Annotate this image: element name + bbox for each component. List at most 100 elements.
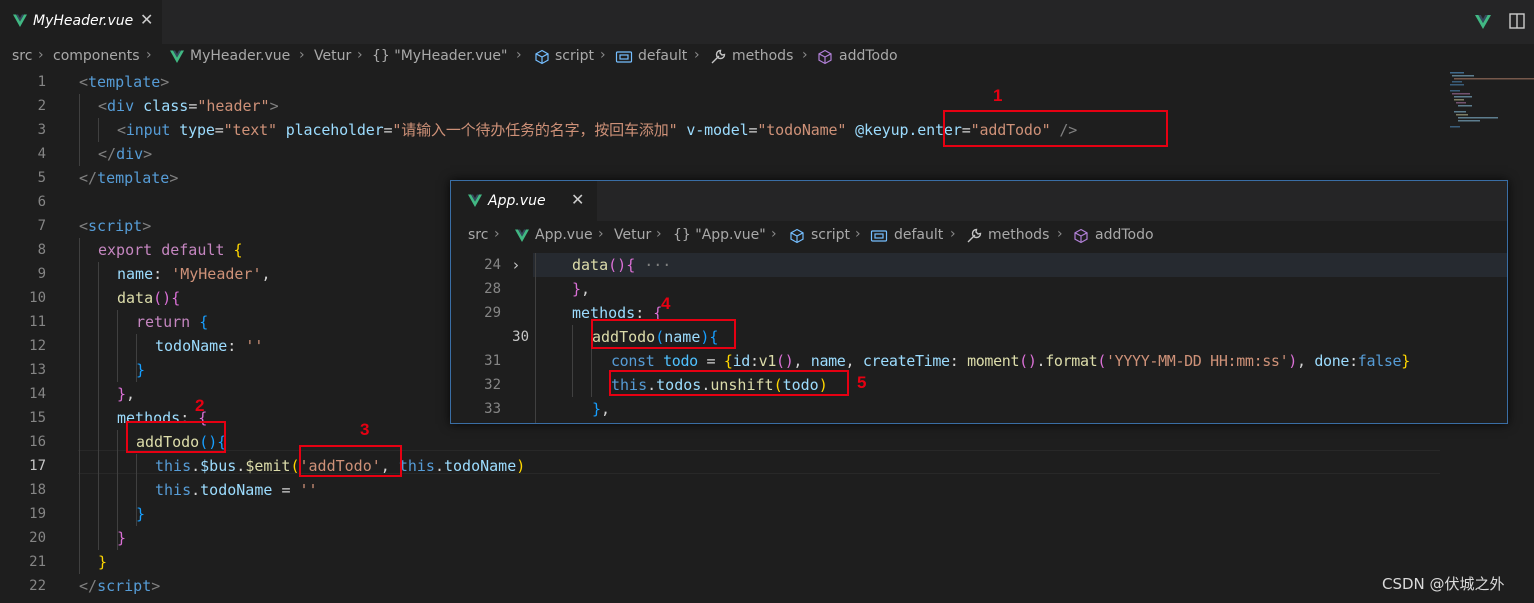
breadcrumb-separator: ›	[516, 47, 522, 63]
split-editor-icon[interactable]	[1508, 12, 1526, 30]
line-number: 18	[29, 482, 46, 498]
code-line: return {	[136, 313, 209, 331]
indent-guide	[79, 238, 80, 574]
code-line: <input type="text" placeholder="请输入一个待办任…	[117, 121, 1078, 139]
line-number: 12	[29, 338, 46, 354]
code-line: <script>	[79, 217, 152, 235]
line-number: 28	[484, 281, 501, 297]
breadcrumb: src › components › MyHeader.vue › Vetur …	[0, 44, 1440, 70]
annotation-box	[591, 319, 736, 349]
annotation-label: 5	[857, 373, 867, 392]
line-number: 11	[29, 314, 46, 330]
close-icon[interactable]: ✕	[140, 10, 153, 29]
line-number: 23	[0, 598, 46, 603]
line-number-active: 17	[29, 458, 46, 474]
annotation-box	[609, 370, 849, 396]
indent-guide	[591, 349, 592, 397]
code-line: </div>	[98, 145, 153, 163]
indent-guide	[98, 118, 99, 142]
tab-bar: App.vue ✕	[451, 181, 1507, 221]
code-line: export default {	[98, 241, 243, 259]
vue-logo-icon	[170, 50, 184, 63]
method-cube-icon	[818, 49, 832, 65]
line-number: 31	[484, 353, 501, 369]
fold-marker-icon[interactable]: ›	[513, 253, 519, 277]
breadcrumb-separator: ›	[771, 226, 777, 242]
tab-myheader-vue[interactable]: MyHeader.vue ✕	[0, 0, 162, 44]
line-number: 29	[484, 305, 501, 321]
line-number: 21	[29, 554, 46, 570]
indent-guide	[572, 325, 573, 397]
code-line: }	[136, 361, 146, 379]
indent-guide	[98, 262, 99, 550]
line-number: 5	[37, 170, 46, 186]
code-line: this.todoName = ''	[155, 481, 318, 499]
breadcrumb-item-methods[interactable]: methods	[988, 227, 1049, 243]
tab-bar: MyHeader.vue ✕	[0, 0, 1534, 44]
module-icon	[615, 51, 633, 63]
breadcrumb-item-vetur[interactable]: Vetur	[614, 227, 651, 243]
tab-app-vue[interactable]: App.vue ✕	[451, 181, 597, 221]
breadcrumb-item-script[interactable]: script	[555, 48, 594, 64]
breadcrumb-item-addtodo[interactable]: addTodo	[1095, 227, 1154, 243]
line-number: 13	[29, 362, 46, 378]
breadcrumb-item-file[interactable]: MyHeader.vue	[190, 48, 290, 64]
breadcrumb-item-src[interactable]: src	[468, 227, 488, 243]
breadcrumb-item-addtodo[interactable]: addTodo	[839, 48, 898, 64]
breadcrumb-item-default[interactable]: default	[638, 48, 687, 64]
breadcrumb-separator: ›	[299, 47, 305, 63]
code-line: </script>	[79, 577, 161, 595]
wrench-icon	[967, 228, 982, 243]
breadcrumb-item-file[interactable]: App.vue	[535, 227, 593, 243]
breadcrumb-item-module[interactable]: {} "MyHeader.vue"	[372, 48, 507, 64]
vue-logo-icon[interactable]	[1474, 13, 1492, 31]
line-number: 24	[484, 257, 501, 273]
code-line: <template>	[79, 73, 170, 91]
line-number: 16	[29, 434, 46, 450]
line-number: 14	[29, 386, 46, 402]
breadcrumb-separator: ›	[38, 47, 44, 63]
close-icon[interactable]: ✕	[571, 190, 584, 209]
breadcrumb-separator: ›	[494, 226, 500, 242]
tab-title: MyHeader.vue	[33, 13, 134, 29]
breadcrumb-item-components[interactable]: components	[53, 48, 140, 64]
line-number: 15	[29, 410, 46, 426]
peek-window-app-vue[interactable]: App.vue ✕ src › App.vue › Vetur › {} "Ap…	[450, 180, 1508, 424]
line-number: 4	[37, 146, 46, 162]
code-line: }	[136, 505, 146, 523]
annotation-box	[299, 445, 402, 477]
breadcrumb-item-methods[interactable]: methods	[732, 48, 793, 64]
code-line: data(){ ···	[572, 256, 672, 274]
method-cube-icon	[1074, 228, 1088, 244]
tab-title: App.vue	[488, 193, 546, 209]
breadcrumb-separator: ›	[656, 226, 662, 242]
line-number: 3	[37, 122, 46, 138]
indent-guide	[117, 310, 118, 382]
code-line: data(){	[117, 289, 181, 307]
code-line: todoName: ''	[155, 337, 264, 355]
breadcrumb-separator: ›	[146, 47, 152, 63]
line-number: 9	[37, 266, 46, 282]
breadcrumb-separator: ›	[357, 47, 363, 63]
code-line: },	[572, 280, 591, 298]
watermark: CSDN @伏城之外	[1382, 575, 1505, 593]
cube-icon	[535, 49, 549, 65]
line-number-active: 30	[512, 329, 529, 345]
code-line: },	[117, 385, 136, 403]
minimap[interactable]	[1446, 70, 1534, 130]
breadcrumb-item-script[interactable]: script	[811, 227, 850, 243]
line-number: 8	[37, 242, 46, 258]
code-line: },	[592, 400, 611, 418]
breadcrumb-item-src[interactable]: src	[12, 48, 32, 64]
indent-guide	[535, 253, 536, 423]
annotation-label: 3	[360, 420, 370, 439]
breadcrumb-item-module[interactable]: {} "App.vue"	[673, 227, 766, 243]
indent-guide	[79, 94, 80, 166]
breadcrumb-item-vetur[interactable]: Vetur	[314, 48, 351, 64]
breadcrumb-separator: ›	[598, 226, 604, 242]
breadcrumb-separator: ›	[855, 226, 861, 242]
breadcrumb-item-default[interactable]: default	[894, 227, 943, 243]
breadcrumb-separator: ›	[802, 47, 808, 63]
annotation-box	[126, 421, 226, 453]
annotation-box	[943, 110, 1168, 147]
